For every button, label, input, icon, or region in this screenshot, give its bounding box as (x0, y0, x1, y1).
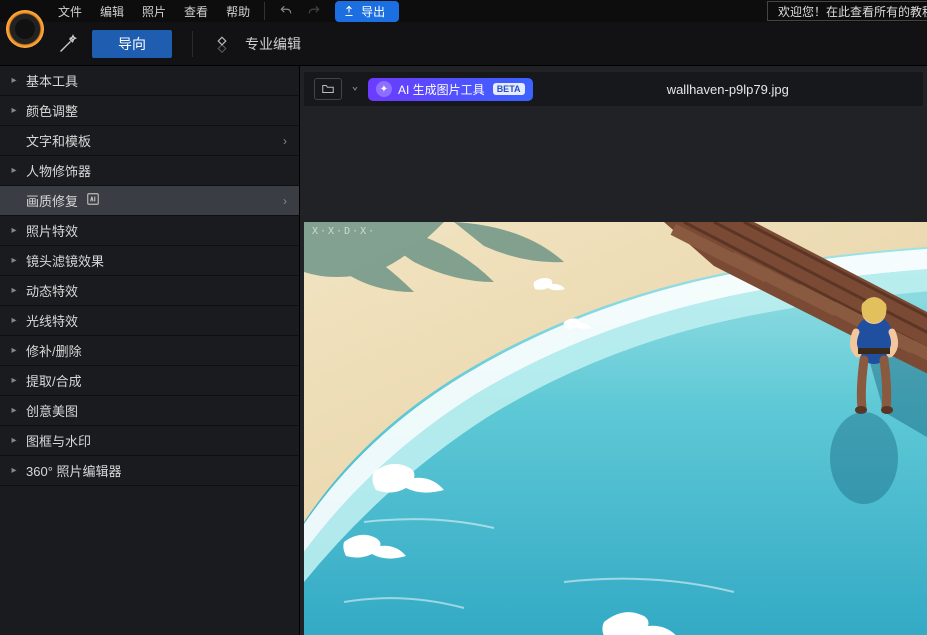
expand-arrow-icon: ▸ (10, 75, 18, 86)
expand-arrow-icon: ▸ (10, 285, 18, 296)
export-label: 导出 (361, 3, 385, 20)
tab-guided[interactable]: 导向 (92, 30, 172, 58)
ai-tool-label: AI 生成图片工具 (398, 81, 485, 98)
expand-arrow-icon: ▸ (10, 375, 18, 386)
ai-image-tool-button[interactable]: ✦ AI 生成图片工具 BETA (368, 78, 533, 101)
chevron-right-icon: › (283, 134, 287, 148)
current-filename: wallhaven-p9lp79.jpg (543, 82, 913, 97)
sparkle-icon: ✦ (376, 81, 392, 97)
sidebar-item-label: 360° 照片编辑器 (26, 461, 122, 480)
sidebar-item-label: 图框与水印 (26, 431, 91, 450)
sidebar-item-8[interactable]: ▸ 光线特效 (0, 306, 299, 336)
menu-edit[interactable]: 编辑 (100, 3, 124, 20)
sidebar-item-10[interactable]: ▸ 提取/合成 (0, 366, 299, 396)
expand-arrow-icon: ▸ (10, 315, 18, 326)
expand-arrow-icon: ▸ (10, 165, 18, 176)
sidebar-item-label: 照片特效 (26, 221, 78, 240)
menu-help[interactable]: 帮助 (226, 3, 250, 20)
sidebar-item-11[interactable]: ▸ 创意美图 (0, 396, 299, 426)
sidebar-item-label: 提取/合成 (26, 371, 82, 390)
canvas-viewport[interactable]: X·X·D·X· (304, 112, 927, 635)
sidebar-item-label: 光线特效 (26, 311, 78, 330)
beta-badge: BETA (493, 83, 525, 95)
sidebar-item-label: 动态特效 (26, 281, 78, 300)
sidebar-item-12[interactable]: ▸ 图框与水印 (0, 426, 299, 456)
chevron-down-icon[interactable] (352, 84, 358, 94)
menu-file[interactable]: 文件 (58, 3, 82, 20)
expand-arrow-icon: ▸ (10, 255, 18, 266)
wand-icon (58, 34, 78, 54)
expand-arrow-icon: ▸ (10, 405, 18, 416)
menu-view[interactable]: 查看 (184, 3, 208, 20)
sidebar-item-1[interactable]: ▸ 颜色调整 (0, 96, 299, 126)
tab-pro-edit[interactable]: 专业编辑 (245, 34, 301, 54)
redo-icon[interactable] (307, 4, 321, 18)
sidebar-item-9[interactable]: ▸ 修补/删除 (0, 336, 299, 366)
expand-arrow-icon: ▸ (10, 105, 18, 116)
sidebar-item-label: 颜色调整 (26, 101, 78, 120)
sidebar-item-3[interactable]: ▸ 人物修饰器 (0, 156, 299, 186)
diamond-icon (213, 35, 231, 53)
upload-icon (343, 5, 355, 17)
tool-sidebar: ▸基本工具▸颜色调整文字和模板›▸人物修饰器画质修复›▸照片特效▸镜头滤镜效果▸… (0, 66, 300, 635)
sidebar-item-label: 基本工具 (26, 71, 78, 90)
sidebar-item-label: 文字和模板 (26, 131, 91, 150)
expand-arrow-icon: ▸ (10, 225, 18, 236)
sidebar-item-label: 镜头滤镜效果 (26, 251, 104, 270)
image-preview (304, 222, 927, 635)
sidebar-item-label: 画质修复 (26, 191, 78, 210)
separator (192, 31, 193, 57)
chevron-right-icon: › (283, 194, 287, 208)
image-watermark: X·X·D·X· (312, 226, 376, 237)
welcome-banner[interactable]: 欢迎您！在此查看所有的教程视 (767, 1, 927, 21)
sidebar-item-0[interactable]: ▸ 基本工具 (0, 66, 299, 96)
sidebar-item-2[interactable]: 文字和模板 › (0, 126, 299, 156)
sidebar-item-7[interactable]: ▸ 动态特效 (0, 276, 299, 306)
folder-button[interactable] (314, 78, 342, 100)
sidebar-item-4[interactable]: 画质修复 › (0, 186, 299, 216)
separator (264, 2, 265, 20)
undo-icon[interactable] (279, 4, 293, 18)
sidebar-item-5[interactable]: ▸ 照片特效 (0, 216, 299, 246)
export-button[interactable]: 导出 (335, 1, 399, 22)
canvas-area: ✦ AI 生成图片工具 BETA wallhaven-p9lp79.jpg (300, 66, 927, 635)
sidebar-item-label: 创意美图 (26, 401, 78, 420)
expand-arrow-icon: ▸ (10, 465, 18, 476)
sidebar-item-label: 人物修饰器 (26, 161, 91, 180)
folder-icon (321, 82, 335, 96)
ai-badge-icon (86, 192, 100, 209)
sidebar-item-6[interactable]: ▸ 镜头滤镜效果 (0, 246, 299, 276)
app-logo (6, 10, 56, 60)
menu-photo[interactable]: 照片 (142, 3, 166, 20)
expand-arrow-icon: ▸ (10, 345, 18, 356)
expand-arrow-icon: ▸ (10, 435, 18, 446)
sidebar-item-13[interactable]: ▸ 360° 照片编辑器 (0, 456, 299, 486)
sidebar-item-label: 修补/删除 (26, 341, 82, 360)
